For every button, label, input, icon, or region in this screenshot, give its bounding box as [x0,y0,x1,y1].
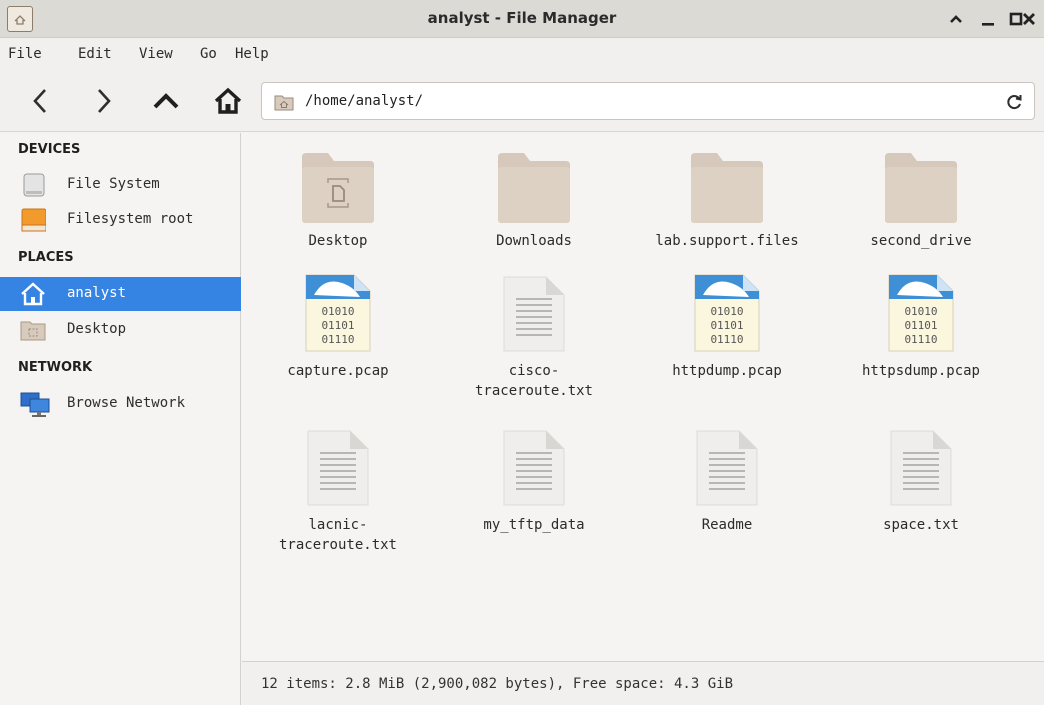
folder-icon [689,145,765,223]
text-file-icon [496,429,572,507]
window-title: analyst - File Manager [427,9,617,27]
menu-edit[interactable]: Edit [78,46,112,62]
toolbar: /home/analyst/ [0,70,1044,132]
svg-text:01010: 01010 [710,305,743,318]
file-item[interactable]: cisco-traceroute.txt [438,275,630,401]
file-item[interactable]: my_tftp_data [438,429,630,535]
folder-icon [883,145,959,223]
svg-text:01110: 01110 [710,333,743,346]
svg-text:01110: 01110 [904,333,937,346]
text-file-icon [883,429,959,507]
title-bar: analyst - File Manager [0,0,1044,38]
svg-text:01110: 01110 [321,333,354,346]
file-name: second_drive [870,233,972,249]
binary-file-icon: 01010 01101 01110 [689,274,765,353]
sidebar-item-label: File System [67,176,160,192]
chevron-right-icon [98,89,111,113]
binary-file-icon: 01010 01101 01110 [300,274,376,353]
sidebar-item-browse-network[interactable]: Browse Network [6,387,241,421]
file-item[interactable]: Downloads [438,145,630,251]
file-item[interactable]: space.txt [825,429,1017,535]
file-name: Desktop [308,233,368,249]
reload-icon[interactable] [1002,90,1026,114]
status-text: 12 items: 2.8 MiB (2,900,082 bytes), Fre… [261,676,734,692]
sidebar: DEVICES File System Filesystem root PLAC… [0,133,241,705]
forward-button[interactable] [86,84,122,118]
close-icon[interactable] [1018,8,1040,30]
text-file-icon [496,275,572,353]
text-file-icon [300,429,376,507]
drive-icon [20,173,46,197]
file-item[interactable]: 01010 01101 01110 httpdump.pcap [631,274,823,381]
back-button[interactable] [22,84,58,118]
menu-bar: File Edit View Go Help [0,38,1044,70]
minimize-icon[interactable] [977,8,999,30]
file-item[interactable]: 01010 01101 01110 capture.pcap [242,274,434,381]
file-item[interactable]: lab.support.files [631,145,823,251]
home-icon [214,87,242,114]
sidebar-item-label: Desktop [67,321,127,337]
file-name: httpdump.pcap [672,363,782,379]
file-name: lab.support.files [655,233,799,249]
sidebar-item-filesystem-root[interactable]: Filesystem root [6,203,241,237]
sidebar-item-analyst[interactable]: analyst [0,277,241,311]
file-name: Readme [701,517,753,533]
status-bar: 12 items: 2.8 MiB (2,900,082 bytes), Fre… [242,661,1044,705]
location-path: /home/analyst/ [305,93,424,109]
chevron-left-icon [33,89,46,113]
menu-file[interactable]: File [8,46,42,62]
folder-icon [496,145,572,223]
desktop-folder-icon [300,145,376,223]
sidebar-header-places: PLACES [18,250,74,265]
svg-text:01101: 01101 [321,319,354,332]
file-name: my_tftp_data [483,517,585,533]
maximize-up-icon[interactable] [945,8,967,30]
file-name: capture.pcap [287,363,389,379]
file-item[interactable]: Readme [631,429,823,535]
file-item[interactable]: second_drive [825,145,1017,251]
menu-help[interactable]: Help [235,46,269,62]
svg-text:01101: 01101 [710,319,743,332]
svg-text:01010: 01010 [904,305,937,318]
svg-text:01010: 01010 [321,305,354,318]
sidebar-item-label: Browse Network [67,395,186,411]
file-grid: Desktop Downloads lab.support.files seco… [242,133,1044,661]
location-bar[interactable]: /home/analyst/ [261,82,1035,120]
home-icon [20,282,46,306]
network-icon [20,392,50,417]
file-item[interactable]: lacnic-traceroute.txt [242,429,434,555]
file-name: lacnic-traceroute.txt [278,517,397,553]
sidebar-header-network: NETWORK [18,360,93,375]
file-name: Downloads [496,233,572,249]
file-name: httpsdump.pcap [861,363,980,379]
binary-file-icon: 01010 01101 01110 [883,274,959,353]
up-button[interactable] [148,84,184,118]
sidebar-item-file-system[interactable]: File System [6,168,241,202]
file-item[interactable]: Desktop [242,145,434,251]
menu-view[interactable]: View [139,46,173,62]
desktop-folder-icon [20,318,46,342]
sidebar-item-desktop[interactable]: Desktop [6,313,241,347]
sidebar-header-devices: DEVICES [18,142,81,157]
home-button[interactable] [210,84,246,118]
menu-go[interactable]: Go [200,46,217,62]
file-name: cisco-traceroute.txt [474,363,593,399]
root-drive-icon [20,208,47,232]
chevron-up-icon [153,93,179,109]
text-file-icon [689,429,765,507]
file-item[interactable]: 01010 01101 01110 httpsdump.pcap [825,274,1017,381]
svg-text:01101: 01101 [904,319,937,332]
sidebar-item-label: Filesystem root [67,211,194,227]
file-name: space.txt [883,517,959,533]
home-folder-icon [274,93,294,111]
sidebar-item-label: analyst [67,285,127,301]
